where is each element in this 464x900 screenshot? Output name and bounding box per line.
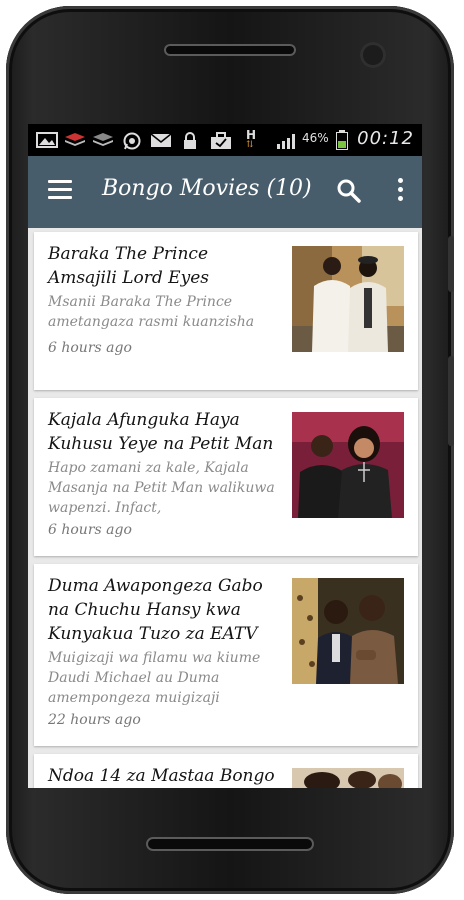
briefcase-icon — [210, 132, 232, 149]
stack-icon — [64, 132, 86, 148]
article-title: Baraka The Prince Amsajili Lord Eyes — [48, 244, 209, 288]
article-title: Kajala Afunguka Haya Kuhusu Yeye na Peti… — [48, 410, 274, 454]
article-card[interactable]: Ndoa 14 za Mastaa Bongo — [34, 754, 418, 788]
network-type-icon: H ⇅ — [246, 128, 257, 150]
power-button — [448, 356, 454, 446]
bottom-speaker — [146, 837, 314, 851]
app-title: Bongo Movies (10) — [102, 176, 312, 201]
article-title: Ndoa 14 za Mastaa Bongo — [48, 766, 275, 786]
lock-icon — [182, 132, 198, 149]
battery-icon — [336, 130, 348, 150]
whatsapp-icon — [122, 132, 142, 150]
article-time: 6 hours ago — [48, 340, 132, 356]
volume-button — [448, 236, 454, 292]
battery-percent: 46% — [302, 131, 329, 145]
phone-screen: H ⇅ 46% 00:12 Bongo Movies (10) Baraka T… — [28, 124, 422, 788]
article-summary: Hapo zamani za kale, Kajala Masanja na P… — [48, 460, 275, 516]
email-icon — [150, 132, 172, 148]
article-thumbnail — [292, 578, 404, 684]
article-card[interactable]: Kajala Afunguka Haya Kuhusu Yeye na Peti… — [34, 398, 418, 556]
article-time: 22 hours ago — [48, 712, 141, 728]
article-thumbnail — [292, 246, 404, 352]
app-bar: Bongo Movies (10) — [28, 156, 422, 228]
article-thumbnail — [292, 412, 404, 518]
front-camera — [360, 42, 386, 68]
article-title: Duma Awapongeza Gabo na Chuchu Hansy kwa… — [48, 576, 263, 644]
status-bar: H ⇅ 46% 00:12 — [28, 124, 422, 156]
overflow-menu-icon[interactable] — [394, 178, 406, 206]
signal-icon — [276, 132, 298, 149]
earpiece-speaker — [164, 44, 296, 56]
clock: 00:12 — [357, 128, 414, 149]
hamburger-menu-icon[interactable] — [48, 180, 72, 202]
article-summary: Msanii Baraka The Prince ametangaza rasm… — [48, 294, 255, 330]
article-thumbnail — [292, 768, 404, 788]
article-summary: Muigizaji wa filamu wa kiume Daudi Micha… — [48, 650, 261, 706]
search-icon[interactable] — [336, 178, 362, 204]
article-time: 6 hours ago — [48, 522, 132, 538]
article-card[interactable]: Duma Awapongeza Gabo na Chuchu Hansy kwa… — [34, 564, 418, 746]
article-card[interactable]: Baraka The Prince Amsajili Lord Eyes Msa… — [34, 232, 418, 390]
stack-icon — [92, 132, 114, 148]
gallery-icon — [36, 132, 58, 148]
